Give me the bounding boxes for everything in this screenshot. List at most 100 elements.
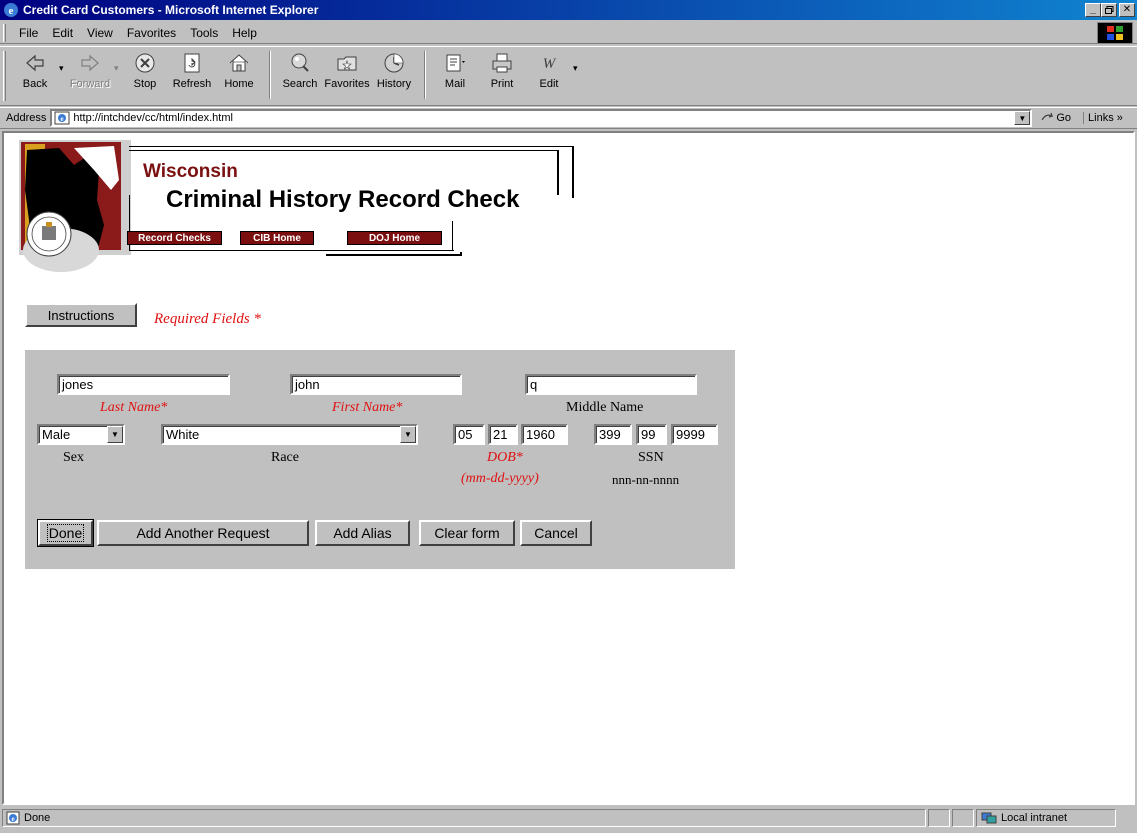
dob-month-input[interactable]: 05 [453,424,485,445]
instructions-button[interactable]: Instructions [25,303,137,327]
windows-logo-icon [1097,22,1133,44]
favorites-button[interactable]: Favorites [324,51,370,90]
done-button-label: Done [46,524,85,542]
menu-grip[interactable] [3,23,6,42]
record-checks-link[interactable]: Record Checks [127,231,222,245]
middle-name-label: Middle Name [566,400,644,415]
status-message: e Done [2,809,926,827]
go-button[interactable]: Go [1040,111,1071,125]
doj-home-link[interactable]: DOJ Home [347,231,442,245]
refresh-icon [184,53,200,73]
menu-help[interactable]: Help [225,26,264,40]
ssn-format-hint: nnn-nn-nnnn [612,472,680,487]
dob-format-hint: (mm-dd-yyyy) [461,471,539,486]
first-name-label: First Name* [332,400,403,415]
race-select-value: White [166,427,200,442]
cib-home-link[interactable]: CIB Home [240,231,314,245]
window-title: Credit Card Customers - Microsoft Intern… [23,3,319,17]
status-text: Done [24,812,51,824]
links-button[interactable]: Links » [1083,112,1123,124]
menu-favorites[interactable]: Favorites [120,26,183,40]
header-frame-line [452,221,453,251]
home-button[interactable]: Home [216,51,262,90]
page-content: Wisconsin Criminal History Record Check … [2,131,1135,805]
menu-file[interactable]: File [12,26,45,40]
toolbar-separator [424,51,426,99]
edit-dropdown-icon[interactable]: ▾ [573,63,581,74]
minimize-button[interactable]: _ [1085,3,1101,17]
favorites-label: Favorites [324,78,370,90]
print-icon [492,53,512,73]
zone-indicator[interactable]: Local intranet [976,809,1116,827]
ssn-part3-input[interactable]: 9999 [671,424,718,445]
search-button[interactable]: Search [277,51,323,90]
status-cell [928,809,950,827]
clear-form-button[interactable]: Clear form [419,520,515,546]
back-dropdown-icon[interactable]: ▾ [59,63,67,74]
search-icon [291,53,309,72]
sex-dropdown-icon[interactable]: ▼ [107,426,123,443]
add-another-request-button[interactable]: Add Another Request [97,520,309,546]
local-intranet-icon [981,812,997,824]
done-button[interactable]: Done [37,519,94,547]
edit-button[interactable]: W Edit [526,51,572,90]
middle-name-input[interactable]: q [525,374,697,395]
last-name-input[interactable]: jones [57,374,230,395]
restore-icon [1104,6,1113,14]
ssn-part2-input[interactable]: 99 [636,424,667,445]
back-arrow-icon [26,54,44,72]
stop-icon [135,53,155,73]
address-label: Address [6,112,47,124]
go-label: Go [1056,112,1072,124]
address-input[interactable]: e http://intchdev/cc/html/index.html ▼ [50,109,1033,127]
race-dropdown-icon[interactable]: ▼ [400,426,416,443]
address-dropdown-icon[interactable]: ▼ [1014,111,1031,125]
forward-button[interactable]: Forward [67,51,113,90]
stop-label: Stop [133,78,157,90]
race-select[interactable]: White ▼ [161,424,418,445]
dob-year-input[interactable]: 1960 [521,424,568,445]
page-done-icon: e [6,811,20,825]
print-button[interactable]: Print [479,51,525,90]
page-icon: e [54,111,70,125]
sex-select[interactable]: Male ▼ [37,424,125,445]
refresh-button[interactable]: Refresh [169,51,215,90]
first-name-input[interactable]: john [290,374,462,395]
dob-day-input[interactable]: 21 [488,424,518,445]
svg-text:e: e [11,815,14,823]
history-icon [384,53,404,73]
home-label: Home [224,78,254,90]
page-title: Criminal History Record Check [166,186,520,213]
wisconsin-seal-logo [19,140,131,272]
history-label: History [376,78,412,90]
search-label: Search [282,78,318,90]
favorites-icon [337,56,357,71]
back-button[interactable]: Back [12,51,58,90]
menu-view[interactable]: View [80,26,120,40]
print-label: Print [490,78,514,90]
record-request-form: jones john q Last Name* First Name* Midd… [25,350,735,569]
header-frame-line [326,252,462,256]
menu-tools[interactable]: Tools [183,26,225,40]
close-button[interactable]: ✕ [1119,3,1135,17]
menu-bar: File Edit View Favorites Tools Help [0,22,1137,44]
edit-label: Edit [539,78,559,90]
toolbar-grip[interactable] [3,51,6,101]
svg-text:e: e [9,5,14,17]
add-alias-button[interactable]: Add Alias [315,520,410,546]
forward-arrow-icon [81,54,99,72]
header-frame-line [129,250,454,251]
toolbar: Back ▾ Forward ▾ Stop Refresh Home Searc… [0,46,1137,106]
menu-edit[interactable]: Edit [45,26,80,40]
cancel-button[interactable]: Cancel [520,520,592,546]
history-button[interactable]: History [371,51,417,90]
mail-button[interactable]: Mail [432,51,478,90]
sex-label: Sex [63,450,84,465]
window-title-bar[interactable]: e Credit Card Customers - Microsoft Inte… [0,0,1137,20]
svg-text:W: W [543,56,557,72]
forward-dropdown-icon[interactable]: ▾ [114,63,122,74]
ssn-part1-input[interactable]: 399 [594,424,632,445]
stop-button[interactable]: Stop [122,51,168,90]
maximize-button[interactable] [1101,3,1117,17]
edit-icon: W [543,56,557,72]
